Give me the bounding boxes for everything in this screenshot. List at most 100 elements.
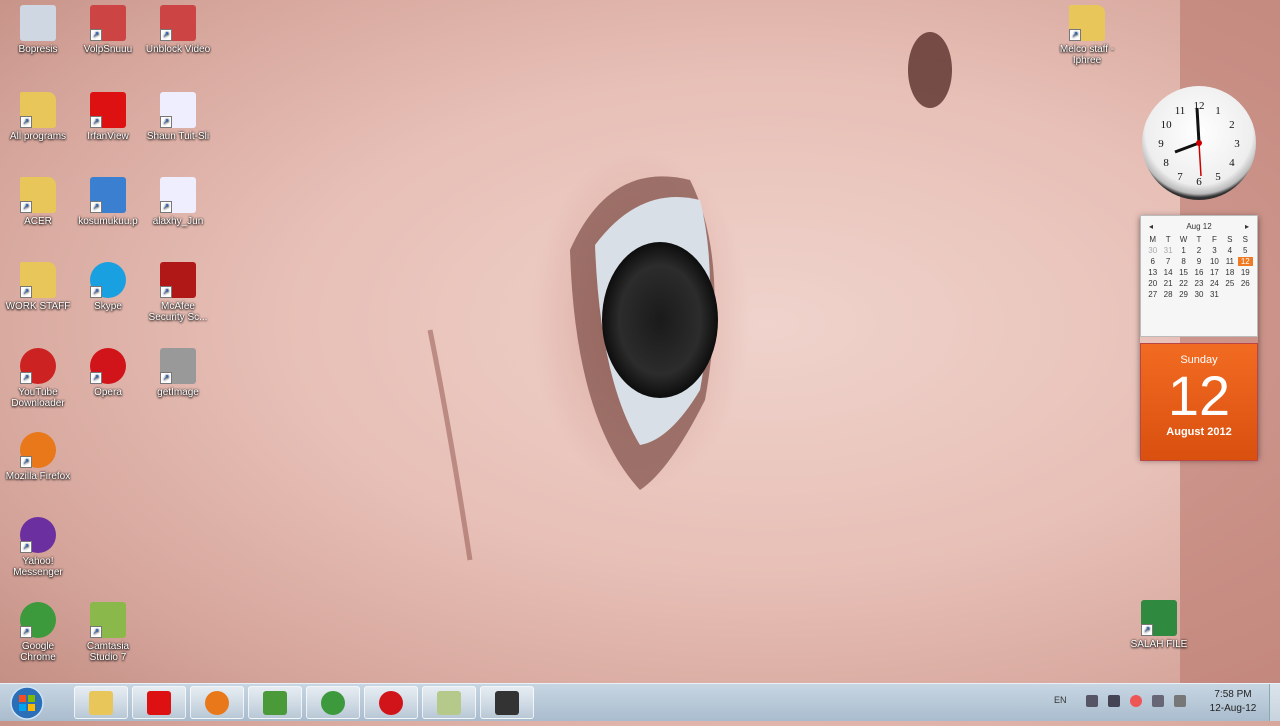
calendar-day[interactable]: 30 <box>1191 290 1206 299</box>
show-desktop-button[interactable] <box>1269 684 1280 721</box>
desktop-icon[interactable]: ↗ McAfee Security Sc... <box>143 262 213 323</box>
app-icon: ↗ <box>90 5 126 41</box>
taskbar-button-irfanview[interactable] <box>132 686 186 719</box>
calendar-day[interactable]: 1 <box>1176 246 1191 255</box>
calendar-day[interactable]: 25 <box>1222 279 1237 288</box>
windows-logo-icon <box>10 686 44 720</box>
shortcut-arrow-icon: ↗ <box>160 201 172 213</box>
calendar-day[interactable]: 31 <box>1207 290 1222 299</box>
taskbar-clock[interactable]: 7:58 PM 12-Aug-12 <box>1200 688 1266 716</box>
desktop-icon-label: Melco staff - Iphree <box>1059 44 1115 66</box>
language-indicator[interactable]: EN <box>1054 695 1067 705</box>
calendar-day[interactable]: 11 <box>1222 257 1237 266</box>
desktop-icon[interactable]: ↗ Unblock Video <box>143 5 213 55</box>
calendar-day[interactable]: 7 <box>1160 257 1175 266</box>
calendar-today[interactable]: 12 <box>1237 257 1253 266</box>
calendar-day[interactable]: 23 <box>1191 279 1206 288</box>
opera-tray-icon[interactable] <box>1130 695 1142 707</box>
calendar-weekday: S <box>1242 235 1248 244</box>
calendar-day[interactable]: 30 <box>1145 246 1160 255</box>
desktop-icon[interactable]: ↗ WORK STAFF <box>3 262 73 312</box>
calendar-day[interactable]: 15 <box>1176 268 1191 277</box>
calendar-day[interactable]: 17 <box>1207 268 1222 277</box>
shortcut-arrow-icon: ↗ <box>90 116 102 128</box>
calendar-day[interactable]: 13 <box>1145 268 1160 277</box>
spreadsheet-icon: ↗ <box>1141 600 1177 636</box>
show-hidden-icons-icon[interactable] <box>1086 695 1098 707</box>
volume-icon[interactable] <box>1174 695 1186 707</box>
desktop-icon[interactable]: ↗ Melco staff - Iphree <box>1052 5 1122 66</box>
calendar-month-year: August 2012 <box>1166 426 1232 438</box>
folder-icon: ↗ <box>20 92 56 128</box>
desktop-icon[interactable]: ↗ kosumukuu.p <box>73 177 143 227</box>
calendar-day[interactable]: 10 <box>1207 257 1222 266</box>
calendar-day[interactable]: 22 <box>1176 279 1191 288</box>
desktop-icon[interactable]: ↗ Yahoo! Messenger <box>3 517 73 578</box>
calendar-day[interactable]: 31 <box>1160 246 1175 255</box>
next-month-icon[interactable]: ▸ <box>1245 222 1249 231</box>
calendar-day[interactable]: 28 <box>1160 290 1175 299</box>
taskbar-button-camtasia[interactable] <box>422 686 476 719</box>
taskbar-button-messenger[interactable] <box>248 686 302 719</box>
taskbar-button-recorder[interactable] <box>480 686 534 719</box>
calendar-day[interactable]: 21 <box>1160 279 1175 288</box>
camtasia-icon: ↗ <box>90 602 126 638</box>
calendar-day[interactable]: 8 <box>1176 257 1191 266</box>
calendar-month-header: ◂ Aug 12 ▸ <box>1141 216 1257 231</box>
desktop-icon[interactable]: ↗ Shaun Tuit-Sli <box>143 92 213 142</box>
shortcut-arrow-icon: ↗ <box>1141 624 1153 636</box>
start-button[interactable] <box>3 685 51 721</box>
network-icon[interactable] <box>1108 695 1120 707</box>
calendar-day[interactable]: 4 <box>1222 246 1237 255</box>
desktop-icon[interactable]: ↗ Opera <box>73 348 143 398</box>
taskbar-button-chrome[interactable] <box>306 686 360 719</box>
desktop-icon[interactable]: ↗ alaxhy_Jun <box>143 177 213 227</box>
taskbar-button-firefox[interactable] <box>190 686 244 719</box>
desktop-icon[interactable]: ↗ Google Chrome <box>3 602 73 663</box>
desktop-icon[interactable]: ↗ All programs <box>3 92 73 142</box>
desktop-icon[interactable]: ↗ YouTube Downloader <box>3 348 73 409</box>
calendar-day[interactable]: 2 <box>1191 246 1206 255</box>
calendar-day[interactable]: 19 <box>1238 268 1253 277</box>
desktop-icon[interactable]: ↗ VolpSnuuu <box>73 5 143 55</box>
shortcut-arrow-icon: ↗ <box>20 541 32 553</box>
prev-month-icon[interactable]: ◂ <box>1149 222 1153 231</box>
calendar-day[interactable]: 27 <box>1145 290 1160 299</box>
calendar-day[interactable]: 24 <box>1207 279 1222 288</box>
calendar-day[interactable]: 6 <box>1145 257 1160 266</box>
calendar-weekday: W <box>1179 235 1188 244</box>
desktop-icon[interactable]: ↗ SALAH FILE <box>1124 600 1194 650</box>
desktop-icon-label: getImage <box>157 387 199 398</box>
desktop-icon[interactable]: ↗ getImage <box>143 348 213 398</box>
desktop-icon-label: Yahoo! Messenger <box>13 556 63 578</box>
calendar-gadget[interactable]: ◂ Aug 12 ▸ M T W T F S S 30 31 1 2 3 4 5 6 7 8 9 10 11 12 13 1… <box>1140 215 1258 461</box>
desktop-icon-label: alaxhy_Jun <box>152 216 204 227</box>
desktop-icon[interactable]: ↗ IrfanView <box>73 92 143 142</box>
desktop-icon[interactable]: ↗ Camtasia Studio 7 <box>73 602 143 663</box>
calendar-day[interactable]: 3 <box>1207 246 1222 255</box>
clock-gadget[interactable]: 12 1 2 3 4 5 6 7 8 9 10 11 <box>1142 86 1256 200</box>
calendar-day[interactable]: 20 <box>1145 279 1160 288</box>
folder-icon: ↗ <box>1069 5 1105 41</box>
desktop-icon-label: McAfee Security Sc... <box>148 301 208 323</box>
irfanview-icon <box>147 691 171 715</box>
desktop-icon[interactable]: ↗ Skype <box>73 262 143 312</box>
file-icon: ↗ <box>160 348 196 384</box>
clock-number: 6 <box>1196 176 1202 188</box>
taskbar-button-explorer[interactable] <box>74 686 128 719</box>
calendar-day[interactable]: 26 <box>1238 279 1253 288</box>
desktop-icon-label: Shaun Tuit-Sli <box>146 131 210 142</box>
calendar-day[interactable]: 16 <box>1191 268 1206 277</box>
desktop-icon-label: Mozilla Firefox <box>5 471 71 482</box>
desktop-icon[interactable]: ↗ ACER <box>3 177 73 227</box>
calendar-day[interactable]: 14 <box>1160 268 1175 277</box>
desktop-icon-label: kosumukuu.p <box>78 216 138 227</box>
calendar-day[interactable]: 29 <box>1176 290 1191 299</box>
action-center-icon[interactable] <box>1152 695 1164 707</box>
calendar-day[interactable]: 18 <box>1222 268 1237 277</box>
calendar-day[interactable]: 9 <box>1191 257 1206 266</box>
calendar-day[interactable]: 5 <box>1238 246 1253 255</box>
taskbar-button-opera[interactable] <box>364 686 418 719</box>
desktop-icon[interactable]: ↗ Mozilla Firefox <box>3 432 73 482</box>
desktop-icon[interactable]: Bopresis <box>3 5 73 55</box>
